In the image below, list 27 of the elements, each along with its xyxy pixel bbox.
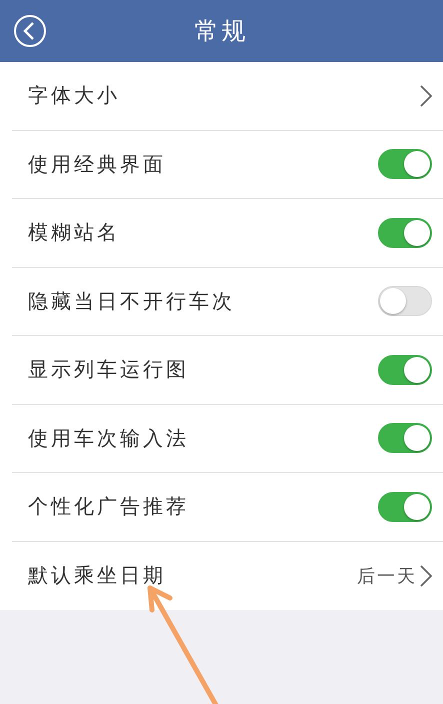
row-label: 隐藏当日不开行车次	[28, 288, 235, 315]
row-label: 使用经典界面	[28, 150, 166, 178]
chevron-icon	[420, 564, 432, 587]
row-label: 显示列车运行图	[28, 356, 189, 384]
settings-row[interactable]: 模糊站名	[12, 199, 443, 268]
back-icon[interactable]	[13, 14, 47, 48]
settings-row[interactable]: 使用车次输入法	[12, 404, 443, 473]
chevron-icon	[420, 84, 432, 107]
toggle-switch[interactable]	[378, 218, 432, 248]
settings-row[interactable]: 字体大小	[12, 62, 443, 130]
toggle-switch[interactable]	[378, 354, 432, 385]
row-label: 模糊站名	[28, 219, 120, 246]
toggle-switch[interactable]	[378, 492, 432, 522]
settings-row[interactable]: 隐藏当日不开行车次	[12, 268, 443, 336]
row-value: 后一天	[357, 564, 417, 588]
row-label: 个性化广告推荐	[28, 493, 189, 520]
toggle-switch[interactable]	[378, 149, 432, 180]
toggle-switch[interactable]	[378, 423, 432, 454]
settings-row[interactable]: 使用经典界面	[12, 130, 443, 199]
toggle-switch[interactable]	[378, 286, 432, 316]
page-title: 常规	[194, 16, 248, 47]
settings-row[interactable]: 显示列车运行图	[12, 336, 443, 404]
settings-row[interactable]: 个性化广告推荐	[12, 473, 443, 542]
row-label: 默认乘坐日期	[28, 562, 166, 590]
settings-row[interactable]: 默认乘坐日期 后一天	[12, 542, 443, 610]
row-label: 使用车次输入法	[28, 424, 189, 452]
row-label: 字体大小	[28, 82, 120, 110]
